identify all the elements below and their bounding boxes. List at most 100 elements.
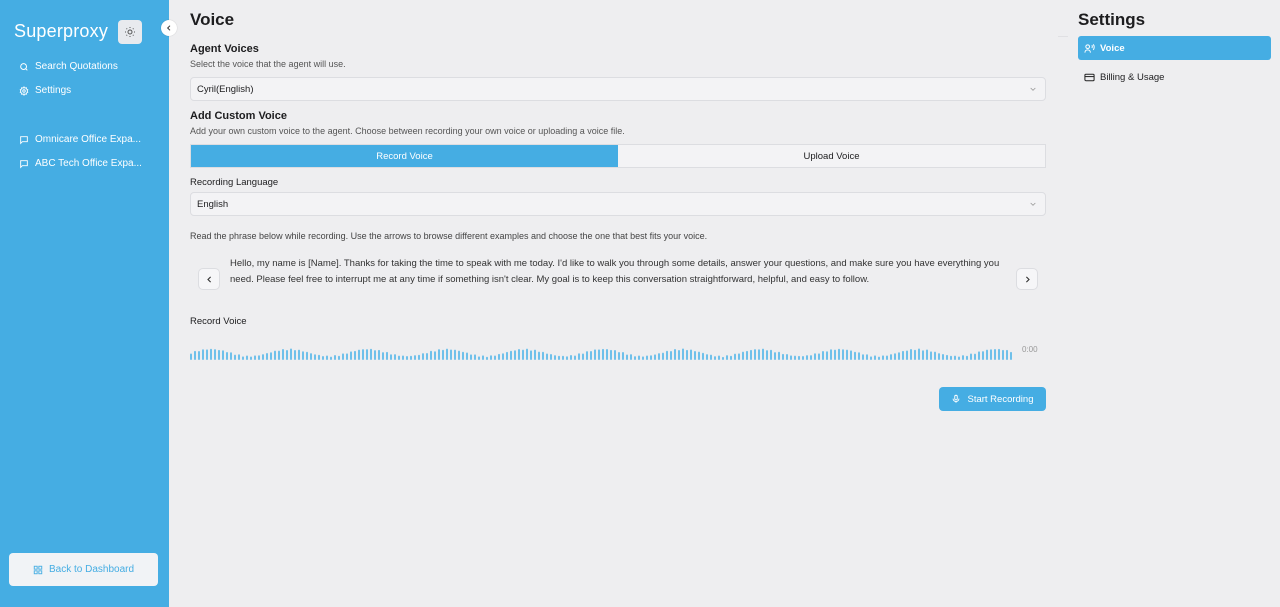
dashboard-icon — [33, 565, 43, 574]
waveform-bar — [446, 348, 448, 360]
waveform-bar — [346, 353, 348, 360]
agent-voice-select[interactable]: Cyril(English) — [190, 77, 1046, 101]
waveform-bar — [826, 351, 828, 360]
tab-upload-voice[interactable]: Upload Voice — [618, 145, 1045, 167]
phrase-text: Hello, my name is [Name]. Thanks for tak… — [230, 258, 1000, 285]
waveform-bar — [462, 351, 464, 360]
waveform-bar — [718, 355, 720, 360]
waveform-bar — [486, 356, 488, 360]
waveform-bar — [490, 355, 492, 360]
waveform-bar — [606, 349, 608, 360]
waveform-bar — [450, 349, 452, 360]
waveform-bar — [354, 350, 356, 360]
waveform-bar — [586, 351, 588, 360]
waveform-bar — [618, 351, 620, 360]
waveform-bar — [578, 353, 580, 360]
waveform-bar — [210, 348, 212, 360]
waveform-bar — [650, 355, 652, 360]
waveform-bar — [202, 349, 204, 360]
theme-toggle-button[interactable] — [118, 20, 142, 44]
waveform-bar — [690, 349, 692, 360]
sidebar-chat-omnicare[interactable]: Omnicare Office Expa... — [19, 134, 154, 145]
settings-item-voice[interactable]: Voice — [1078, 36, 1271, 60]
waveform-bar — [778, 351, 780, 360]
waveform-bar — [330, 356, 332, 360]
waveform-bar — [218, 349, 220, 360]
waveform-bar — [770, 349, 772, 360]
agent-voices-description: Select the voice that the agent will use… — [190, 59, 346, 69]
recording-language-select[interactable]: English — [190, 192, 1046, 216]
agent-voices-title: Agent Voices — [190, 43, 259, 55]
waveform-bar — [222, 350, 224, 360]
waveform-bar — [258, 355, 260, 360]
waveform-bar — [394, 354, 396, 360]
brand-name: Superproxy — [14, 21, 109, 41]
waveform-bar — [614, 350, 616, 360]
waveform-bar — [542, 351, 544, 360]
waveform-bar — [194, 350, 196, 360]
waveform-bar — [190, 353, 192, 360]
waveform-bar — [494, 355, 496, 360]
sidebar-chat-abc-tech[interactable]: ABC Tech Office Expa... — [19, 158, 154, 169]
waveform-bar — [270, 352, 272, 360]
waveform-bar — [546, 353, 548, 360]
chevron-down-icon — [1030, 202, 1036, 206]
waveform-bar — [306, 351, 308, 360]
waveform-bar — [750, 349, 752, 360]
waveform-bar — [506, 351, 508, 360]
previous-phrase-button[interactable] — [198, 268, 220, 290]
waveform-bar — [422, 353, 424, 360]
waveform-bar — [562, 355, 564, 360]
waveform-bar — [870, 356, 872, 360]
waveform-bar — [694, 350, 696, 360]
back-to-dashboard-button[interactable]: Back to Dashboard — [9, 553, 158, 586]
next-phrase-button[interactable] — [1016, 268, 1038, 290]
waveform-bar — [854, 351, 856, 360]
waveform-bar — [610, 349, 612, 360]
waveform-bar — [590, 351, 592, 360]
waveform-bar — [670, 350, 672, 360]
agent-voice-selected: Cyril(English) — [197, 83, 254, 95]
waveform-bar — [686, 349, 688, 360]
waveform-bar — [754, 349, 756, 360]
waveform-bar — [918, 348, 920, 360]
tab-record-voice[interactable]: Record Voice — [191, 145, 618, 167]
sidebar-item-search-quotations[interactable]: Search Quotations — [19, 61, 154, 72]
waveform-bar — [942, 353, 944, 360]
waveform-bar — [890, 354, 892, 360]
waveform-bar — [438, 349, 440, 360]
waveform-bar — [682, 348, 684, 360]
waveform-bar — [414, 355, 416, 360]
waveform-bar — [230, 352, 232, 360]
waveform-bar — [474, 354, 476, 360]
waveform-bar — [978, 351, 980, 360]
collapse-sidebar-button[interactable] — [161, 20, 177, 36]
waveform-bar — [954, 355, 956, 360]
settings-panel-title: Settings — [1078, 10, 1146, 29]
search-icon — [20, 62, 28, 71]
waveform-bar — [378, 349, 380, 360]
waveform-bar — [722, 356, 724, 360]
waveform-bar — [782, 353, 784, 360]
waveform-bar — [986, 349, 988, 360]
waveform-bar — [646, 355, 648, 360]
waveform-bar — [406, 356, 408, 360]
sidebar-item-label: Settings — [35, 85, 72, 96]
waveform-bar — [518, 348, 520, 360]
waveform-bar — [998, 348, 1000, 360]
waveform-bar — [298, 349, 300, 360]
waveform — [190, 348, 1012, 360]
sidebar-item-settings[interactable]: Settings — [19, 85, 154, 96]
microphone-icon — [953, 394, 960, 403]
page-title: Voice — [190, 10, 235, 29]
waveform-bar — [514, 350, 516, 360]
phrase-instruction: Read the phrase below while recording. U… — [190, 231, 708, 241]
sun-icon — [125, 27, 135, 37]
waveform-bar — [1006, 349, 1008, 360]
settings-item-billing[interactable]: Billing & Usage — [1078, 65, 1271, 89]
waveform-bar — [382, 352, 384, 360]
waveform-bar — [654, 354, 656, 360]
waveform-bar — [950, 355, 952, 360]
start-recording-button[interactable]: Start Recording — [939, 387, 1046, 411]
waveform-bar — [678, 350, 680, 360]
